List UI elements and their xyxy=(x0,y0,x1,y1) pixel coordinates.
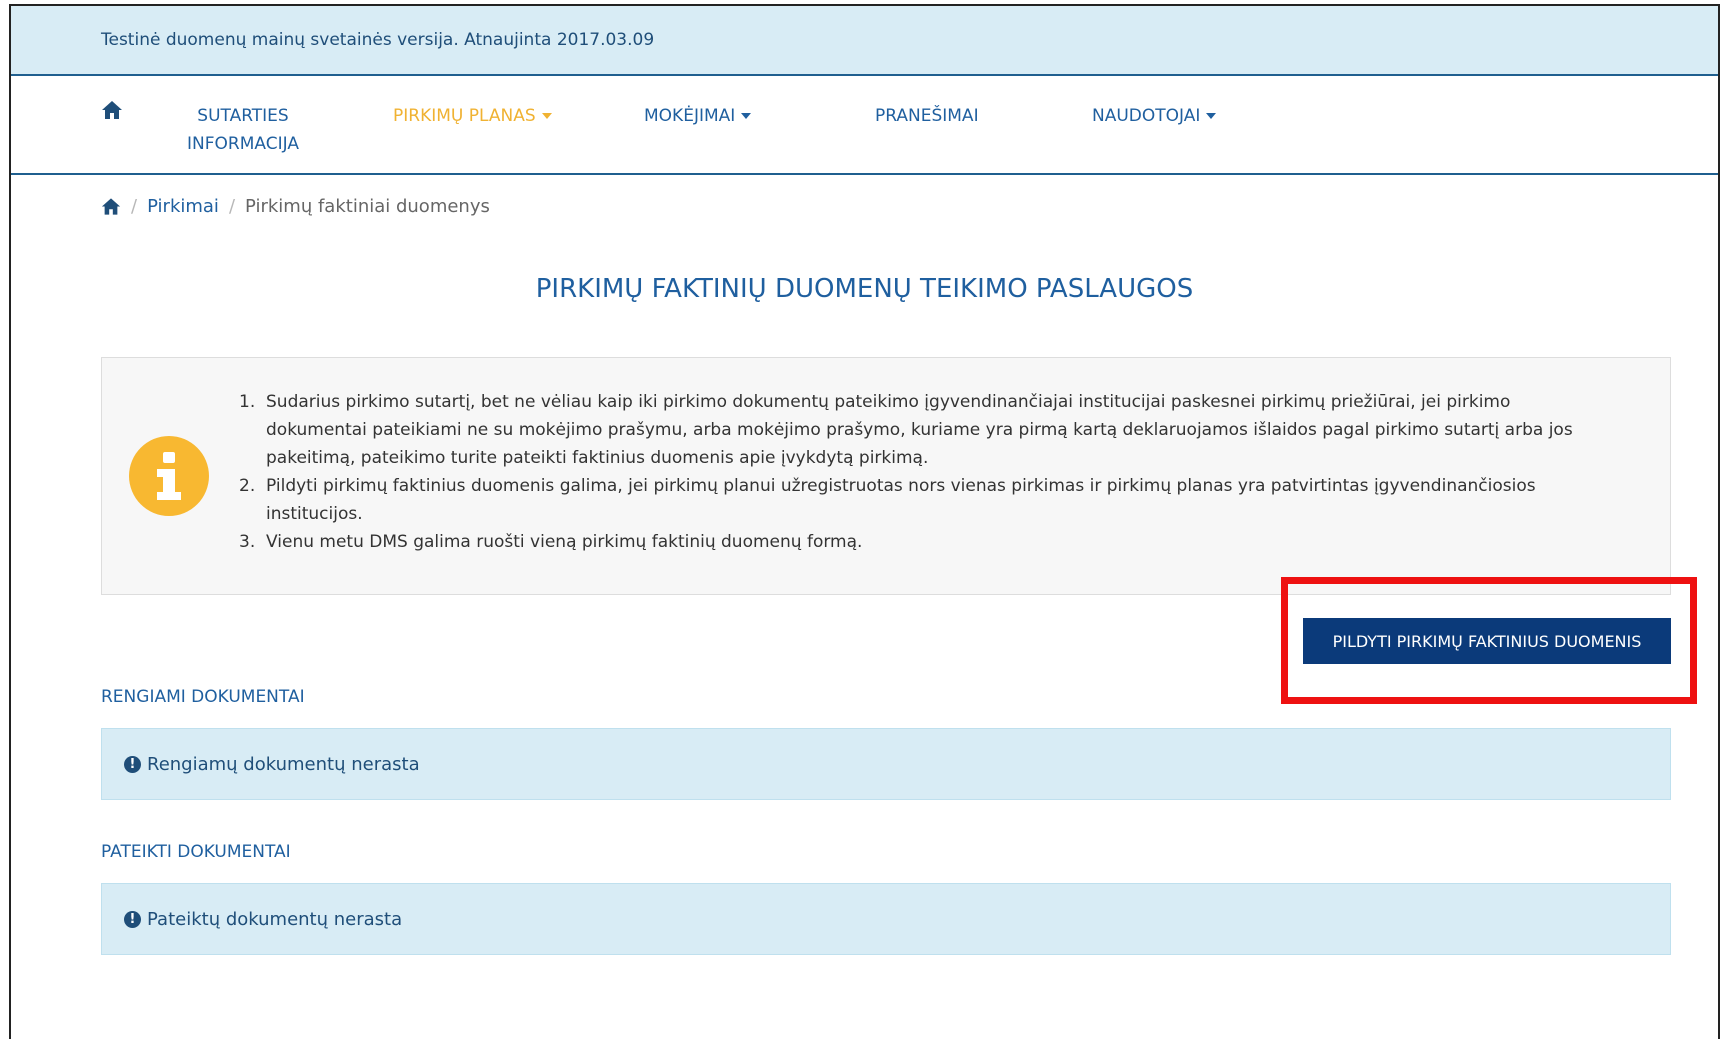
banner-text: Testinė duomenų mainų svetainės versija.… xyxy=(101,30,655,50)
breadcrumb-separator: / xyxy=(228,195,236,217)
instruction-line: dokumentai pateikiami ne su mokėjimo pra… xyxy=(266,420,1573,440)
instruction-item: 3. Vienu metu DMS galima ruošti vieną pi… xyxy=(239,528,1639,556)
caret-down-icon xyxy=(1206,113,1217,119)
instructions-list: 1. Sudarius pirkimo sutartį, bet ne vėli… xyxy=(239,388,1639,556)
instruction-number: 3. xyxy=(239,532,256,552)
main-nav: SUTARTIES INFORMACIJA PIRKIMŲ PLANAS MOK… xyxy=(11,76,1718,175)
breadcrumb-separator: / xyxy=(131,195,138,217)
info-panel: 1. Sudarius pirkimo sutartį, bet ne vėli… xyxy=(101,357,1671,595)
app-frame: Testinė duomenų mainų svetainės versija.… xyxy=(9,4,1720,1039)
instruction-number: 2. xyxy=(239,476,256,496)
instruction-line: Vienu metu DMS galima ruošti vieną pirki… xyxy=(266,532,863,552)
instruction-item: 2. Pildyti pirkimų faktinius duomenis ga… xyxy=(239,472,1639,528)
submitted-documents-heading: PATEIKTI DOKUMENTAI xyxy=(101,842,291,862)
alert-text: Rengiamų dokumentų nerasta xyxy=(147,753,420,775)
info-icon xyxy=(129,436,209,516)
instruction-line: pakeitimą, pateikimo turite pateikti fak… xyxy=(266,448,929,468)
test-version-banner: Testinė duomenų mainų svetainės versija.… xyxy=(11,6,1718,76)
page-title: PIRKIMŲ FAKTINIŲ DUOMENŲ TEIKIMO PASLAUG… xyxy=(535,274,1194,304)
breadcrumb: / Pirkimai / Pirkimų faktiniai duomenys xyxy=(101,194,490,218)
breadcrumb-home-icon[interactable] xyxy=(101,197,121,216)
nav-label: PRANEŠIMAI xyxy=(875,106,979,126)
nav-sutarties-informacija[interactable]: SUTARTIES INFORMACIJA xyxy=(187,102,299,158)
instruction-text: Sudarius pirkimo sutartį, bet ne vėliau … xyxy=(266,388,1573,472)
exclamation-circle-icon: ! xyxy=(124,910,141,928)
breadcrumb-current: Pirkimų faktiniai duomenys xyxy=(245,195,490,217)
draft-documents-empty-alert: ! Rengiamų dokumentų nerasta xyxy=(101,728,1671,800)
nav-naudotojai[interactable]: NAUDOTOJAI xyxy=(1092,102,1217,130)
home-icon[interactable] xyxy=(101,100,123,120)
fill-procurement-data-button[interactable]: PILDYTI PIRKIMŲ FAKTINIUS DUOMENIS xyxy=(1303,618,1671,664)
nav-pirkimu-planas[interactable]: PIRKIMŲ PLANAS xyxy=(393,102,552,130)
alert-text: Pateiktų dokumentų nerasta xyxy=(147,908,403,930)
nav-pranesimai[interactable]: PRANEŠIMAI xyxy=(875,102,979,130)
instruction-line: Pildyti pirkimų faktinius duomenis galim… xyxy=(266,476,1536,496)
caret-down-icon xyxy=(541,113,552,119)
caret-down-icon xyxy=(741,113,752,119)
instruction-line: institucijos. xyxy=(266,504,363,524)
instruction-text: Pildyti pirkimų faktinius duomenis galim… xyxy=(266,472,1536,528)
draft-documents-heading: RENGIAMI DOKUMENTAI xyxy=(101,687,305,707)
instruction-number: 1. xyxy=(239,392,256,412)
instruction-item: 1. Sudarius pirkimo sutartį, bet ne vėli… xyxy=(239,388,1639,472)
instruction-text: Vienu metu DMS galima ruošti vieną pirki… xyxy=(266,528,862,556)
exclamation-circle-icon: ! xyxy=(124,755,141,773)
submitted-documents-empty-alert: ! Pateiktų dokumentų nerasta xyxy=(101,883,1671,955)
nav-label: SUTARTIES xyxy=(197,106,289,126)
nav-mokejimai[interactable]: MOKĖJIMAI xyxy=(644,102,752,130)
nav-label: MOKĖJIMAI xyxy=(644,106,736,126)
instruction-line: Sudarius pirkimo sutartį, bet ne vėliau … xyxy=(266,392,1511,412)
nav-label-line2: INFORMACIJA xyxy=(187,134,299,154)
breadcrumb-link-pirkimai[interactable]: Pirkimai xyxy=(147,196,219,217)
nav-label: PIRKIMŲ PLANAS xyxy=(393,106,536,126)
nav-label: NAUDOTOJAI xyxy=(1092,106,1201,126)
